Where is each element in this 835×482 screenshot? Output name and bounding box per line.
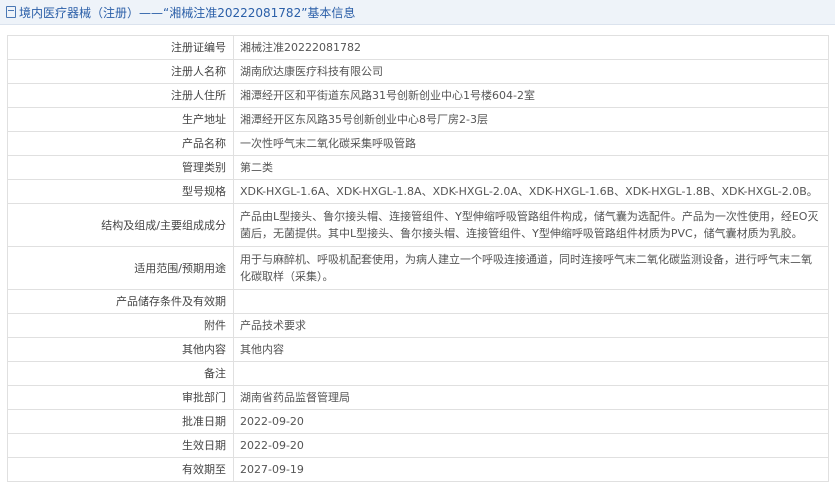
field-value: 湖南省药品监督管理局 — [233, 385, 829, 410]
info-table-wrapper: 注册证编号 湘械注准20222081782 注册人名称 湖南欣达康医疗科技有限公… — [0, 25, 835, 482]
field-value: 湘潭经开区和平街道东风路31号创新创业中心1号楼604-2室 — [233, 83, 829, 108]
field-value — [233, 289, 829, 314]
row-remarks: 备注 — [7, 361, 829, 386]
field-label: 备注 — [7, 361, 234, 386]
field-value: 产品由L型接头、鲁尔接头帽、连接管组件、Y型伸缩呼吸管路组件构成，储气囊为选配件… — [233, 203, 829, 247]
field-label: 产品储存条件及有效期 — [7, 289, 234, 314]
field-label: 结构及组成/主要组成成分 — [7, 203, 234, 247]
row-structure-composition: 结构及组成/主要组成成分 产品由L型接头、鲁尔接头帽、连接管组件、Y型伸缩呼吸管… — [7, 203, 829, 247]
field-value: XDK-HXGL-1.6A、XDK-HXGL-1.8A、XDK-HXGL-2.0… — [233, 179, 829, 204]
field-value: 一次性呼气末二氧化碳采集呼吸管路 — [233, 131, 829, 156]
field-label: 生产地址 — [7, 107, 234, 132]
field-label: 适用范围/预期用途 — [7, 246, 234, 290]
row-approval-department: 审批部门 湖南省药品监督管理局 — [7, 385, 829, 410]
field-value: 产品技术要求 — [233, 313, 829, 338]
field-label: 批准日期 — [7, 409, 234, 434]
field-value — [233, 361, 829, 386]
field-label: 有效期至 — [7, 457, 234, 482]
row-registrant-name: 注册人名称 湖南欣达康医疗科技有限公司 — [7, 59, 829, 84]
row-production-address: 生产地址 湘潭经开区东风路35号创新创业中心8号厂房2-3层 — [7, 107, 829, 132]
row-registrant-address: 注册人住所 湘潭经开区和平街道东风路31号创新创业中心1号楼604-2室 — [7, 83, 829, 108]
field-label: 注册人名称 — [7, 59, 234, 84]
row-product-name: 产品名称 一次性呼气末二氧化碳采集呼吸管路 — [7, 131, 829, 156]
field-label: 产品名称 — [7, 131, 234, 156]
field-label: 生效日期 — [7, 433, 234, 458]
field-value: 2022-09-20 — [233, 433, 829, 458]
field-value: 湖南欣达康医疗科技有限公司 — [233, 59, 829, 84]
page-title: 境内医疗器械（注册）——“湘械注准20222081782”基本信息 — [19, 5, 356, 20]
field-label: 注册证编号 — [7, 35, 234, 60]
document-icon — [6, 6, 16, 18]
row-other-content: 其他内容 其他内容 — [7, 337, 829, 362]
field-value: 2027-09-19 — [233, 457, 829, 482]
row-intended-use: 适用范围/预期用途 用于与麻醉机、呼吸机配套使用，为病人建立一个呼吸连接通道，同… — [7, 246, 829, 290]
row-valid-until: 有效期至 2027-09-19 — [7, 457, 829, 482]
field-label: 附件 — [7, 313, 234, 338]
row-management-class: 管理类别 第二类 — [7, 155, 829, 180]
field-value: 湘械注准20222081782 — [233, 35, 829, 60]
field-label: 型号规格 — [7, 179, 234, 204]
field-value: 湘潭经开区东风路35号创新创业中心8号厂房2-3层 — [233, 107, 829, 132]
field-label: 其他内容 — [7, 337, 234, 362]
field-value: 2022-09-20 — [233, 409, 829, 434]
info-table: 注册证编号 湘械注准20222081782 注册人名称 湖南欣达康医疗科技有限公… — [7, 35, 829, 482]
row-attachment: 附件 产品技术要求 — [7, 313, 829, 338]
field-value: 其他内容 — [233, 337, 829, 362]
field-label: 管理类别 — [7, 155, 234, 180]
field-label: 审批部门 — [7, 385, 234, 410]
row-storage-validity: 产品储存条件及有效期 — [7, 289, 829, 314]
field-value: 第二类 — [233, 155, 829, 180]
row-effective-date: 生效日期 2022-09-20 — [7, 433, 829, 458]
row-registration-number: 注册证编号 湘械注准20222081782 — [7, 35, 829, 60]
page-header: 境内医疗器械（注册）——“湘械注准20222081782”基本信息 — [0, 0, 835, 25]
field-label: 注册人住所 — [7, 83, 234, 108]
row-model-spec: 型号规格 XDK-HXGL-1.6A、XDK-HXGL-1.8A、XDK-HXG… — [7, 179, 829, 204]
field-value: 用于与麻醉机、呼吸机配套使用，为病人建立一个呼吸连接通道，同时连接呼气末二氧化碳… — [233, 246, 829, 290]
row-approval-date: 批准日期 2022-09-20 — [7, 409, 829, 434]
